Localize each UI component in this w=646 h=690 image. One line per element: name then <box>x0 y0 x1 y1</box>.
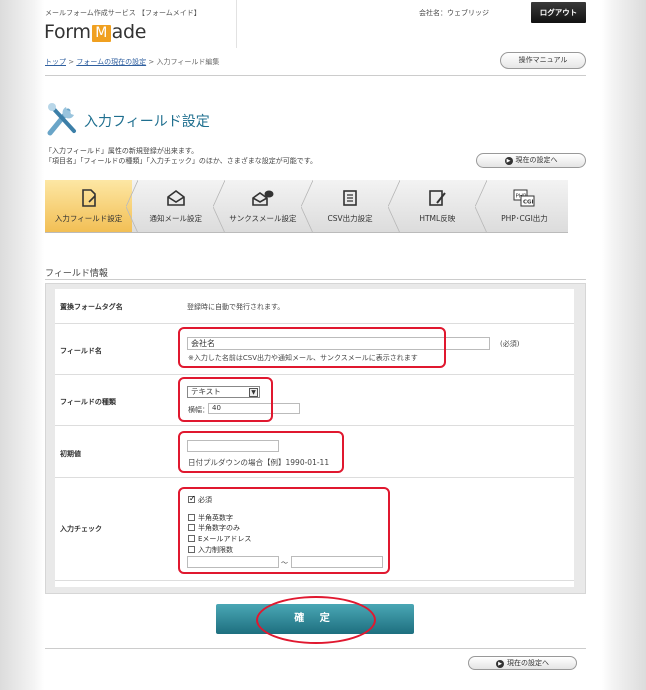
tab-field-settings[interactable]: 入力フィールド設定 <box>45 180 139 233</box>
required-mark: (必須) <box>500 340 520 348</box>
php-cgi-icon: PHPCGI <box>513 189 535 207</box>
page-title: 入力フィールド設定 <box>84 114 210 130</box>
field-edit-icon <box>81 189 96 207</box>
logo-prefix: Form <box>44 21 91 43</box>
tab-label: サンクスメール設定 <box>229 214 297 223</box>
description-line: 「項目名」「フィールドの種類」「入力チェック」のほか、さまざまな設定が可能です。 <box>45 157 318 165</box>
highlight-box <box>178 327 446 368</box>
tab-label: HTML反映 <box>419 214 456 223</box>
company-name: 会社名：ウェブリッジ <box>419 9 489 17</box>
highlight-box <box>178 377 273 422</box>
tab-thanks-mail[interactable]: サンクスメール設定 <box>219 180 313 233</box>
manual-button[interactable]: 操作マニュアル <box>500 52 586 69</box>
highlight-box <box>178 431 344 473</box>
svg-text:CGI: CGI <box>523 200 534 206</box>
envelope-icon <box>166 190 185 206</box>
tab-notify-mail[interactable]: 通知メール設定 <box>132 180 226 233</box>
row-divider <box>55 374 574 375</box>
divider <box>45 648 586 649</box>
current-settings-label: 現在の設定へ <box>515 156 558 164</box>
logo-mail-icon: M <box>91 25 111 42</box>
breadcrumb-top[interactable]: トップ <box>45 58 66 66</box>
logout-button[interactable]: ログアウト <box>531 2 586 23</box>
tab-label: CSV出力設定 <box>327 214 373 223</box>
field-type-label: フィールドの種類 <box>60 398 116 406</box>
highlight-box <box>178 487 390 574</box>
current-settings-label: 現在の設定へ <box>507 659 549 667</box>
step-tabs: 入力フィールド設定 通知メール設定 サンクスメール設定 CSV出力設定 HTML… <box>45 180 568 233</box>
tab-csv-output[interactable]: CSV出力設定 <box>307 180 400 233</box>
tab-html-reflect[interactable]: HTML反映 <box>394 180 488 233</box>
replace-tag-label: 置換フォームタグ名 <box>60 303 123 311</box>
tab-label: 通知メール設定 <box>149 214 203 223</box>
mail-chat-icon <box>252 190 274 206</box>
breadcrumb-sep: > <box>66 58 77 66</box>
tab-label: PHP･CGI出力 <box>501 214 548 223</box>
play-icon: ▶ <box>504 157 513 165</box>
highlight-ellipse <box>256 596 376 644</box>
breadcrumb-sep: > <box>146 58 157 66</box>
breadcrumb: トップ > フォームの現在の設定 > 入力フィールド編集 <box>45 57 219 67</box>
html-edit-icon <box>429 190 447 206</box>
row-divider <box>55 425 574 426</box>
description-line: 「入力フィールド」属性の新規登録が出来ます。 <box>45 147 199 155</box>
csv-list-icon <box>343 190 357 206</box>
logo-suffix: ade <box>111 21 147 43</box>
divider <box>45 279 586 280</box>
header-divider <box>236 0 237 48</box>
replace-tag-value: 登録時に自動で発行されます。 <box>187 303 285 311</box>
logo[interactable]: Form Made <box>44 21 146 43</box>
breadcrumb-current-form[interactable]: フォームの現在の設定 <box>76 58 146 66</box>
tab-label: 入力フィールド設定 <box>54 214 123 223</box>
section-title: フィールド情報 <box>45 269 108 279</box>
field-name-label: フィールド名 <box>60 347 102 355</box>
current-settings-button-bottom[interactable]: ▶ 現在の設定へ <box>468 656 577 670</box>
play-icon: ▶ <box>496 660 504 668</box>
input-check-label: 入力チェック <box>60 525 102 533</box>
row-divider <box>55 580 574 581</box>
service-name: メールフォーム作成サービス 【フォームメイド】 <box>45 9 201 17</box>
current-settings-button[interactable]: ▶ 現在の設定へ <box>476 153 586 168</box>
breadcrumb-page: 入力フィールド編集 <box>156 58 220 66</box>
initial-value-label: 初期値 <box>60 450 81 458</box>
divider <box>45 75 586 76</box>
row-divider <box>55 477 574 478</box>
tab-php-cgi[interactable]: PHPCGI PHP･CGI出力 <box>481 180 568 232</box>
tools-icon <box>47 103 76 136</box>
row-divider <box>55 323 574 324</box>
page-description: 「入力フィールド」属性の新規登録が出来ます。 「項目名」「フィールドの種類」「入… <box>45 146 317 166</box>
